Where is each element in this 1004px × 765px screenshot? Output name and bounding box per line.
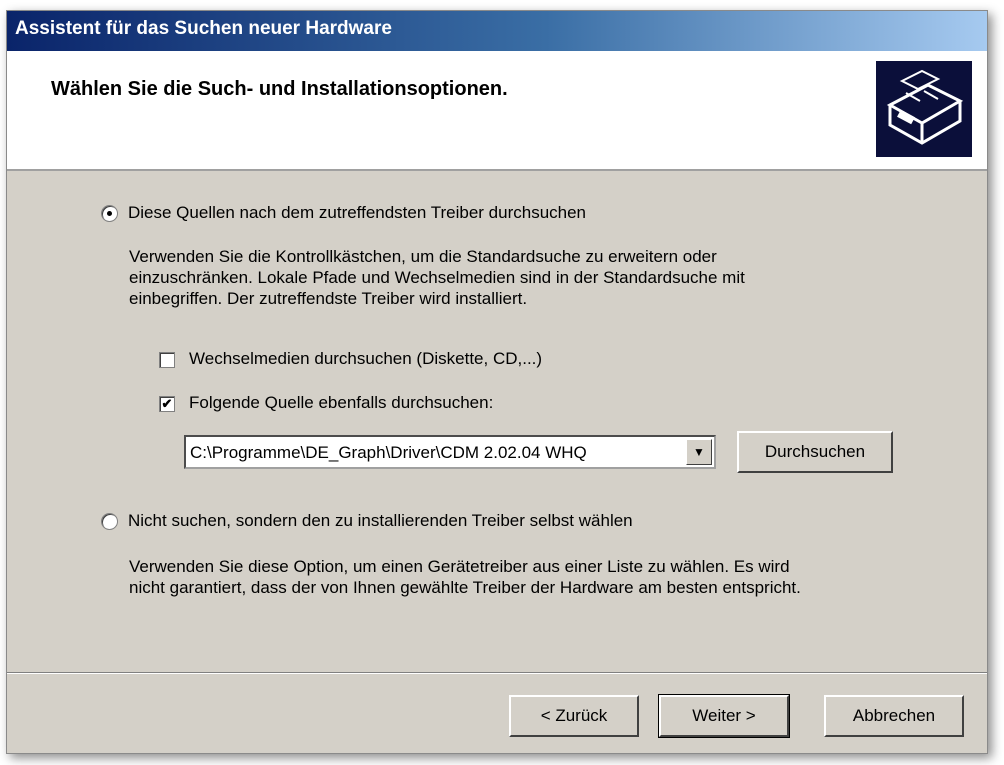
manual-description-line: Verwenden Sie diese Option, um einen Ger… [129, 557, 790, 576]
title-bar: Assistent für das Suchen neuer Hardware [7, 11, 987, 51]
manual-description-line: nicht garantiert, dass der von Ihnen gew… [129, 578, 801, 597]
search-radio[interactable] [101, 205, 118, 223]
next-button[interactable]: Weiter > [658, 694, 790, 738]
dropdown-arrow-icon[interactable]: ▼ [686, 439, 712, 465]
search-description-line: Verwenden Sie die Kontrollkästchen, um d… [129, 247, 717, 266]
search-option-label: Diese Quellen nach dem zutreffendsten Tr… [128, 203, 587, 222]
manual-option-label: Nicht suchen, sondern den zu installiere… [128, 511, 633, 530]
window-title: Assistent für das Suchen neuer Hardware [15, 18, 392, 39]
include-location-row[interactable]: ✔ Folgende Quelle ebenfalls durchsuchen: [159, 393, 493, 413]
browse-button[interactable]: Durchsuchen [737, 431, 893, 473]
include-location-label: Folgende Quelle ebenfalls durchsuchen: [189, 393, 494, 412]
removable-media-label: Wechselmedien durchsuchen (Diskette, CD,… [189, 349, 543, 368]
manual-description: Verwenden Sie diese Option, um einen Ger… [129, 556, 801, 598]
options-panel: Diese Quellen nach dem zutreffendsten Tr… [7, 171, 987, 661]
path-combobox[interactable]: C:\Programme\DE_Graph\Driver\CDM 2.02.04… [184, 435, 716, 469]
wizard-header: Wählen Sie die Such- und Installationsop… [7, 51, 987, 171]
path-value: C:\Programme\DE_Graph\Driver\CDM 2.02.04… [190, 443, 587, 462]
manual-radio[interactable] [101, 513, 118, 531]
manual-option-row[interactable]: Nicht suchen, sondern den zu installiere… [101, 511, 633, 531]
search-description-line: einbegriffen. Der zutreffendste Treiber … [129, 289, 528, 308]
cancel-button[interactable]: Abbrechen [824, 695, 964, 737]
button-separator [7, 672, 987, 674]
back-button[interactable]: < Zurück [509, 695, 639, 737]
search-description: Verwenden Sie die Kontrollkästchen, um d… [129, 246, 745, 309]
hardware-icon [876, 61, 972, 157]
page-title: Wählen Sie die Such- und Installationsop… [51, 78, 508, 100]
removable-media-row[interactable]: Wechselmedien durchsuchen (Diskette, CD,… [159, 349, 542, 369]
search-option-row[interactable]: Diese Quellen nach dem zutreffendsten Tr… [101, 203, 586, 223]
removable-media-checkbox[interactable] [159, 351, 175, 368]
wizard-window: Assistent für das Suchen neuer Hardware … [6, 10, 988, 754]
search-description-line: einzuschränken. Lokale Pfade und Wechsel… [129, 268, 745, 287]
include-location-checkbox[interactable]: ✔ [159, 395, 175, 412]
